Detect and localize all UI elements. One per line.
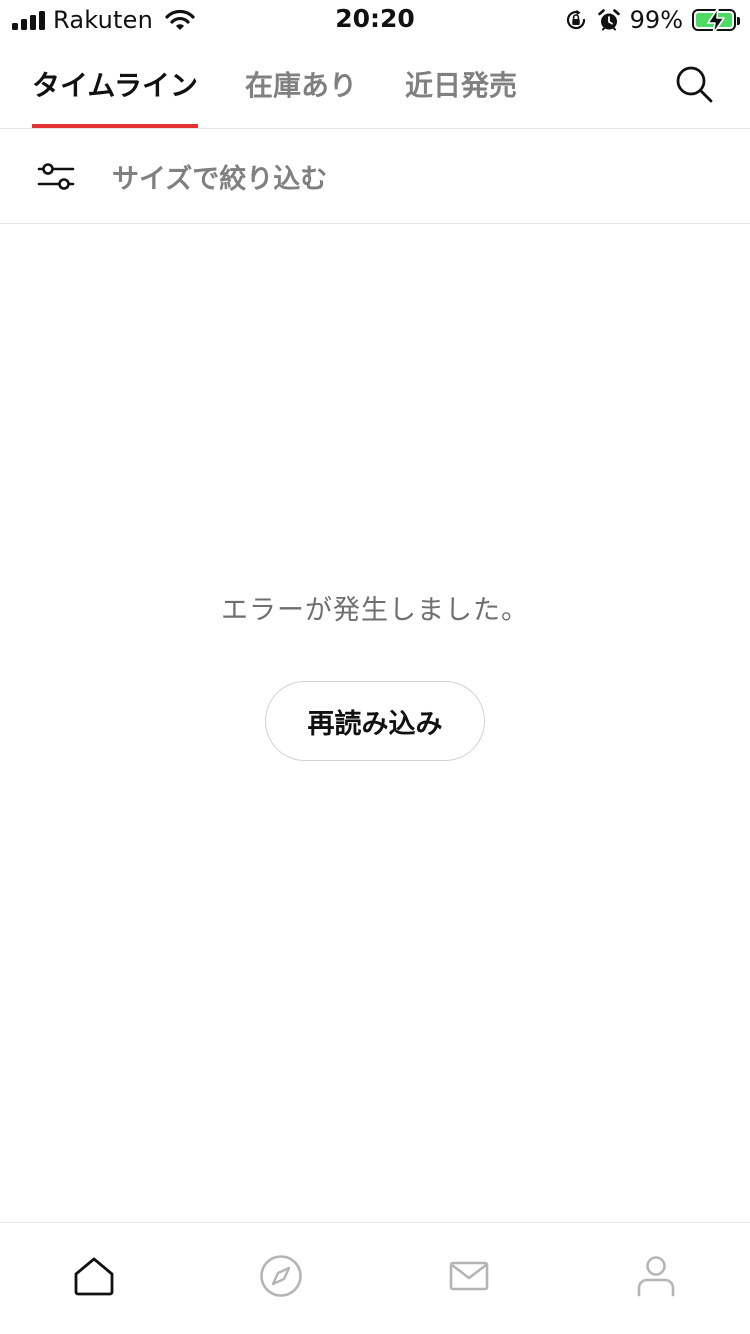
tab-in-stock[interactable]: 在庫あり [238, 40, 364, 128]
search-button[interactable] [670, 60, 718, 108]
filter-sliders-icon [37, 163, 75, 190]
tab-timeline[interactable]: タイムライン [32, 40, 198, 128]
battery-percentage: 99% [629, 6, 683, 34]
search-icon [676, 66, 713, 103]
alarm-icon [597, 9, 620, 31]
status-bar-right: 99% [564, 5, 740, 35]
top-tab-bar: タイムライン 在庫あり 近日発売 [0, 40, 750, 129]
nav-explore[interactable] [258, 1253, 304, 1299]
carrier-name: Rakuten [53, 6, 154, 34]
battery-icon [692, 7, 740, 35]
orientation-lock-icon [566, 9, 585, 30]
nav-profile[interactable] [633, 1253, 679, 1299]
reload-button[interactable]: 再読み込み [265, 681, 485, 761]
size-filter-label: サイズで絞り込む [112, 163, 328, 195]
tab-upcoming-release[interactable]: 近日発売 [398, 40, 524, 128]
charging-bolt-icon [707, 7, 725, 35]
error-message: エラーが発生しました。 [221, 595, 529, 626]
nav-home[interactable] [71, 1253, 117, 1299]
mail-icon [449, 1261, 489, 1291]
person-icon [637, 1256, 675, 1297]
compass-icon [260, 1255, 302, 1297]
bottom-navigation [0, 1222, 750, 1334]
home-icon [74, 1257, 114, 1296]
wifi-icon [165, 9, 195, 30]
status-bar-left: Rakuten [12, 6, 195, 34]
status-bar: Rakuten 20:20 99% [0, 0, 750, 40]
size-filter-row[interactable]: サイズで絞り込む [0, 129, 750, 224]
nav-messages[interactable] [446, 1253, 492, 1299]
signal-icon [12, 10, 45, 30]
active-tab-indicator [32, 124, 198, 128]
